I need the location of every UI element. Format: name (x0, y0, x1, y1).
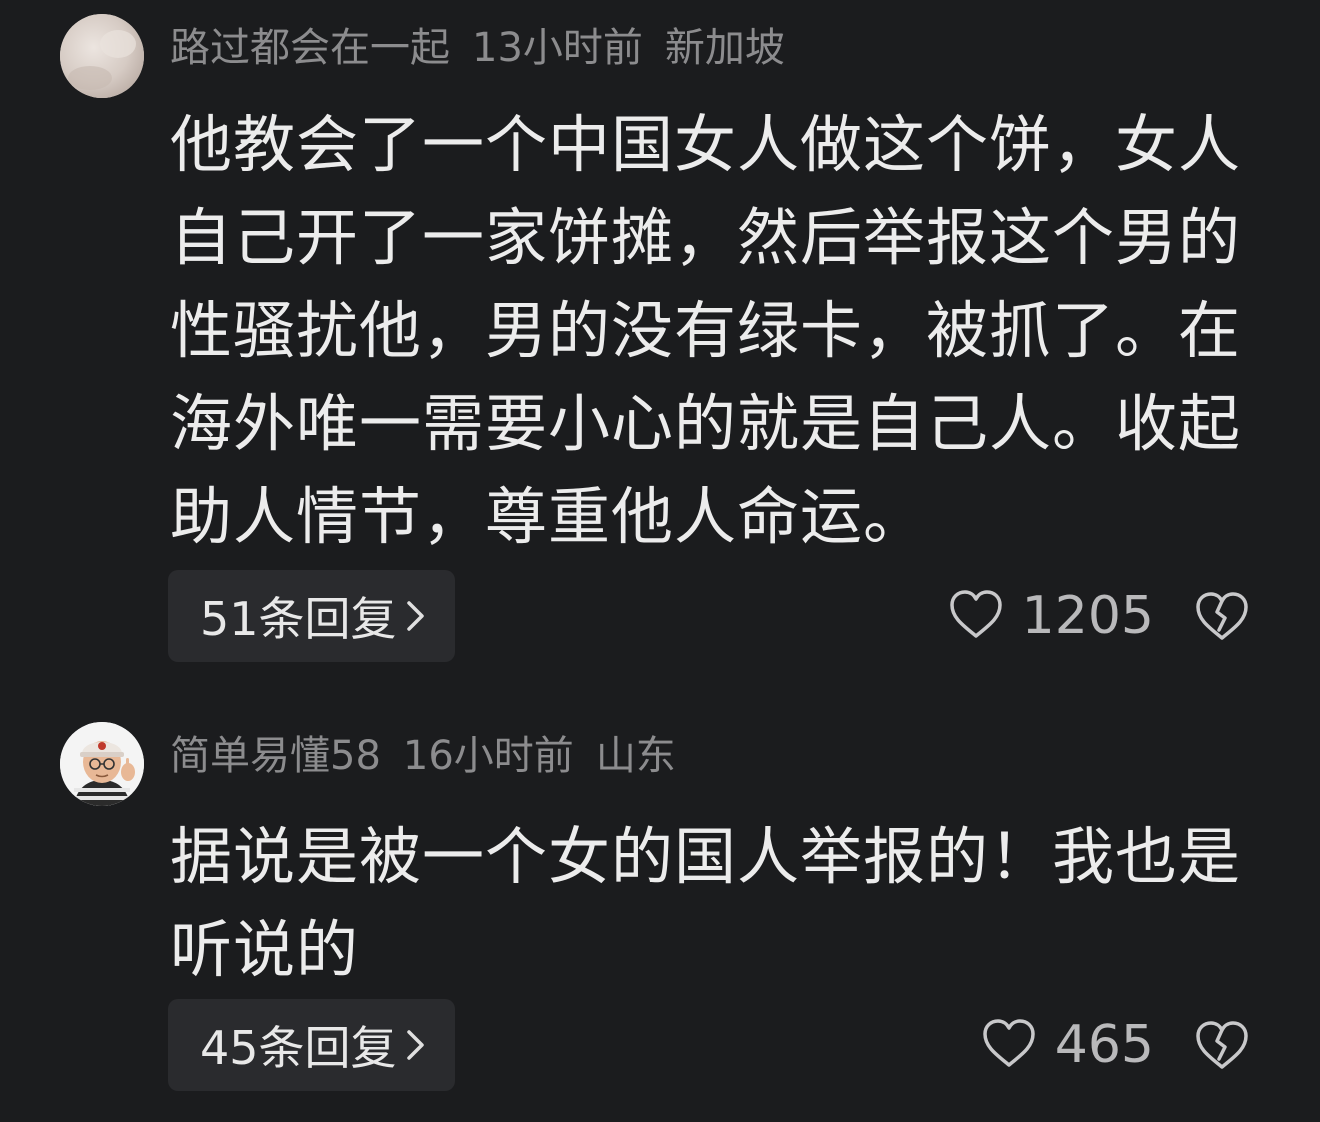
comment-location: 新加坡 (664, 25, 785, 71)
view-replies-button[interactable]: 45条回复 (168, 999, 455, 1091)
comment-text: 据说是被一个女的国人举报的！我也是听说的 (170, 820, 1242, 986)
comment-time: 13小时前 (472, 25, 643, 71)
replies-label: 45条回复 (200, 1021, 397, 1075)
comment-meta: 简单易懂58 16小时前 山东 (170, 728, 698, 784)
chevron-right-icon (405, 599, 427, 633)
heart-outline-icon (981, 1017, 1037, 1073)
comment-actions: 1205 (948, 570, 1250, 662)
comment-time: 16小时前 (402, 733, 574, 779)
avatar[interactable] (60, 14, 144, 98)
chevron-right-icon (405, 1028, 427, 1062)
username[interactable]: 简单易懂58 (170, 733, 381, 779)
comment-meta: 路过都会在一起 13小时前 新加坡 (170, 20, 807, 76)
avatar[interactable] (60, 722, 144, 806)
comment-location: 山东 (595, 733, 676, 779)
like-count: 1205 (1021, 586, 1154, 646)
view-replies-button[interactable]: 51条回复 (168, 570, 455, 662)
broken-heart-icon[interactable] (1194, 1019, 1250, 1071)
avatar-image (60, 722, 144, 806)
broken-heart-icon[interactable] (1194, 590, 1250, 642)
replies-label: 51条回复 (200, 592, 397, 646)
comment-text: 他教会了一个中国女人做这个饼，女人自己开了一家饼摊，然后举报这个男的性骚扰他，男… (170, 108, 1242, 553)
like-count: 465 (1054, 1015, 1154, 1075)
comment-actions: 465 (981, 999, 1250, 1091)
username[interactable]: 路过都会在一起 (170, 25, 450, 71)
like-button[interactable]: 465 (981, 1015, 1154, 1075)
avatar-image (60, 14, 144, 98)
heart-outline-icon (948, 588, 1004, 644)
like-button[interactable]: 1205 (948, 586, 1154, 646)
